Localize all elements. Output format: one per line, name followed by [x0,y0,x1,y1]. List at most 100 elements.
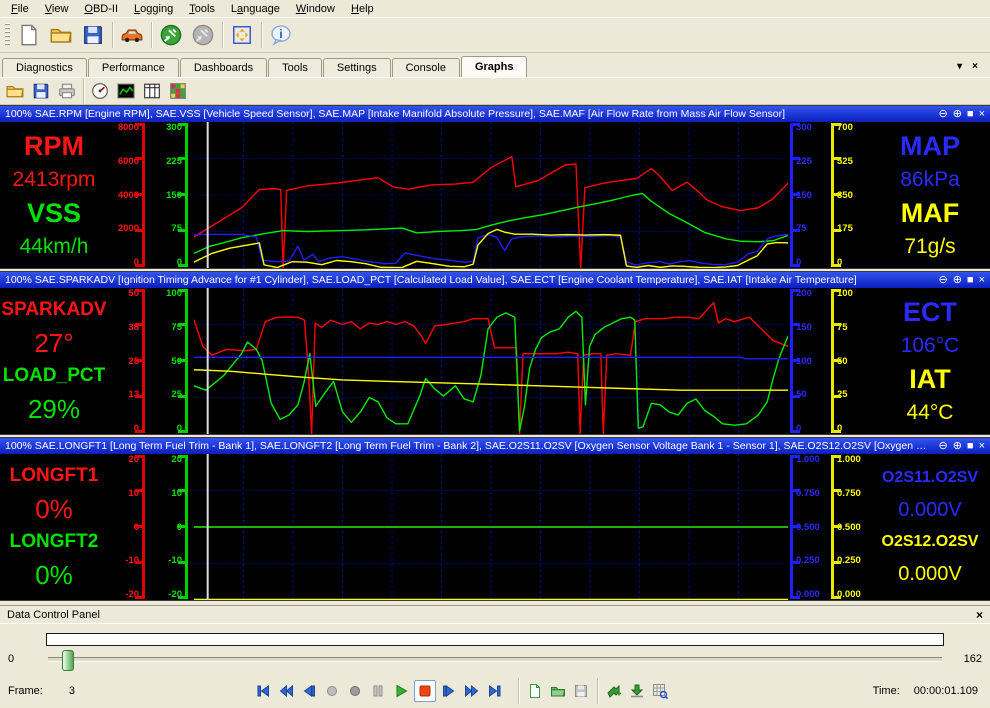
tab-diagnostics[interactable]: Diagnostics [2,58,87,77]
menu-view[interactable]: View [37,1,77,17]
zoom-out-icon[interactable]: ⊖ [938,109,947,120]
save-layout-button[interactable] [28,79,54,103]
disconnect-plug-icon [192,24,214,46]
axis-o2s11: 1.0000.7500.5000.2500.000 [790,454,827,600]
tab-dashboards[interactable]: Dashboards [180,58,267,77]
close-icon[interactable]: × [979,109,985,120]
save-file-button[interactable] [77,20,109,50]
screen-layout-button[interactable] [226,20,258,50]
time-display: Time: 00:00:01.109 [873,685,982,697]
step-back-button[interactable] [299,681,319,701]
right-value-panel: O2S11.O2SV 0.000V O2S12.O2SV 0.000V [870,454,990,600]
disconnect-button[interactable] [187,20,219,50]
close-icon[interactable]: × [976,608,983,622]
restore-icon[interactable]: ■ [967,275,974,286]
skip-to-end-button[interactable] [485,681,505,701]
menu-language[interactable]: Language [223,1,288,17]
toolbar-separator [83,78,84,104]
fast-forward-button[interactable] [462,681,482,701]
right-value-panel: MAP 86kPa MAF 71g/s [870,122,990,268]
restore-icon[interactable]: ■ [967,109,974,120]
toolbar-separator [518,678,519,704]
tab-graphs[interactable]: Graphs [461,56,528,77]
stop-button[interactable] [414,680,436,702]
frame-slider[interactable] [48,657,942,662]
series-value: 29% [28,396,80,422]
graph-titlebar[interactable]: 100% SAE.LONGFT1 [Long Term Fuel Trim - … [0,438,990,454]
series-value: 0% [35,496,73,522]
print-button[interactable] [54,79,80,103]
plot-area[interactable] [194,288,788,434]
zoom-in-icon[interactable]: ⊕ [953,441,962,452]
plot-area[interactable] [194,454,788,600]
frame-value: 3 [69,685,75,697]
connect-plug-icon [160,24,182,46]
tab-performance[interactable]: Performance [88,58,179,77]
vehicle-button[interactable] [116,20,148,50]
skip-to-start-button[interactable] [253,681,273,701]
axis-sparkadv: 503825130 [108,288,145,434]
zoom-in-icon[interactable]: ⊕ [953,275,962,286]
graph-view-button[interactable] [113,79,139,103]
svg-text:i: i [279,26,282,40]
grid-search-icon [652,683,668,699]
rewind-icon [278,683,294,699]
gauge-view-button[interactable] [87,79,113,103]
zoom-out-icon[interactable]: ⊖ [938,275,947,286]
open-log-button[interactable] [548,681,568,701]
menu-obd2[interactable]: OBD-II [76,1,126,17]
view-log-grid-button[interactable] [650,681,670,701]
play-button[interactable] [391,681,411,701]
toolbar-separator [151,22,152,48]
import-log-button[interactable] [627,681,647,701]
tab-close-icon[interactable]: × [972,61,978,72]
axis-longft1: 20100-10-20 [108,454,145,600]
menu-tools[interactable]: Tools [181,1,223,17]
rewind-button[interactable] [276,681,296,701]
frame-slider-row: 0 162 [0,649,990,669]
toolbar-grip[interactable] [5,23,10,47]
axis-o2s12: 1.0000.7500.5000.2500.000 [831,454,868,600]
table-view-button[interactable] [139,79,165,103]
close-icon[interactable]: × [979,275,985,286]
save-log-button[interactable] [571,681,591,701]
zoom-out-icon[interactable]: ⊖ [938,441,947,452]
export-log-button[interactable] [604,681,624,701]
record-button[interactable] [345,681,365,701]
zoom-in-icon[interactable]: ⊕ [953,109,962,120]
tab-console[interactable]: Console [392,58,460,77]
tab-tools[interactable]: Tools [268,58,322,77]
new-log-button[interactable] [525,681,545,701]
toolbar-separator [597,678,598,704]
log-file-buttons [515,678,670,704]
pause-button[interactable] [368,681,388,701]
new-file-button[interactable] [13,20,45,50]
toolbar-separator [222,22,223,48]
record-voice-button[interactable] [322,681,342,701]
toolbar-separator [112,22,113,48]
plot-area[interactable] [194,122,788,268]
skip-start-icon [255,683,271,699]
series-name: LONGFT1 [10,466,99,485]
connect-button[interactable] [155,20,187,50]
tab-settings[interactable]: Settings [323,58,391,77]
menu-logging[interactable]: Logging [126,1,181,17]
close-icon[interactable]: × [979,441,985,452]
open-folder-icon [6,82,24,100]
restore-icon[interactable]: ■ [967,441,974,452]
slider-thumb[interactable] [62,650,74,671]
step-forward-button[interactable] [439,681,459,701]
menu-help[interactable]: Help [343,1,382,17]
graph-titlebar[interactable]: 100% SAE.SPARKADV [Ignition Timing Advan… [0,272,990,288]
slider-min-label: 0 [8,653,42,665]
menu-file[interactable]: File [3,1,37,17]
dashboard-view-button[interactable] [165,79,191,103]
about-button[interactable]: i [265,20,297,50]
menu-window[interactable]: Window [288,1,343,17]
graph-titlebar[interactable]: 100% SAE.RPM [Engine RPM], SAE.VSS [Vehi… [0,106,990,122]
series-value: 44km/h [20,236,89,257]
time-value: 00:00:01.109 [914,685,978,697]
open-file-button[interactable] [45,20,77,50]
tab-overflow-icon[interactable]: ▾ [957,61,962,72]
open-layout-button[interactable] [2,79,28,103]
